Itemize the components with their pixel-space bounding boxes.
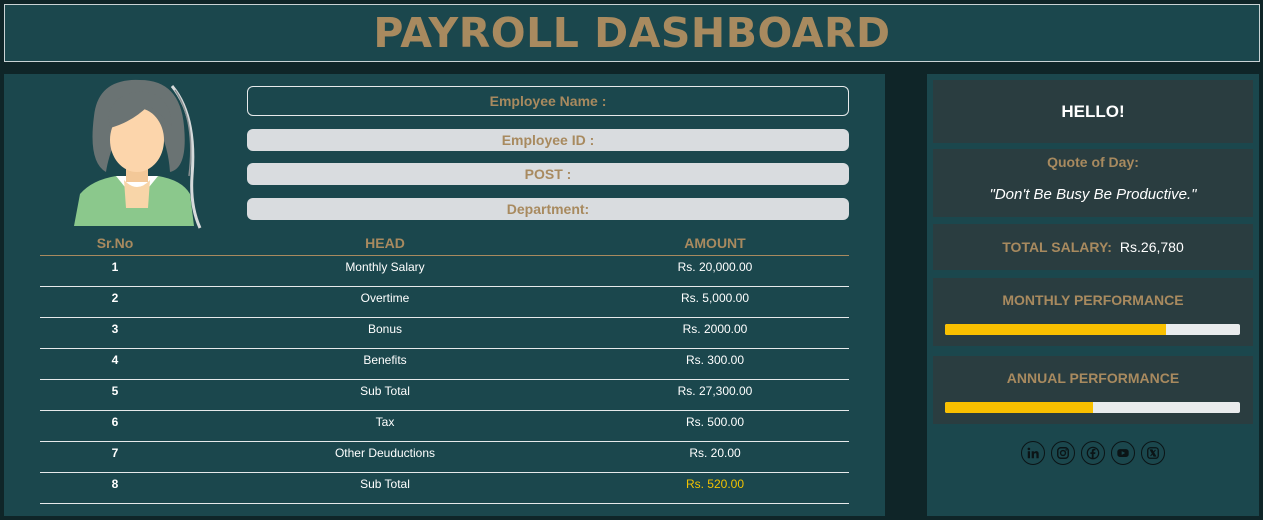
row-head: Benefits xyxy=(363,353,407,367)
row-sr: 1 xyxy=(111,260,119,274)
table-row: 2 Overtime Rs. 5,000.00 xyxy=(40,287,849,318)
row-head: Other Deuductions xyxy=(334,446,436,460)
row-amount: Rs. 20.00 xyxy=(689,446,741,460)
annual-performance-title: ANNUAL PERFORMANCE xyxy=(1006,370,1180,386)
dashboard-header: PAYROLL DASHBOARD xyxy=(4,4,1260,62)
row-amount: Rs. 27,300.00 xyxy=(677,384,753,398)
table-row: 3 Bonus Rs. 2000.00 xyxy=(40,318,849,349)
row-head: Bonus xyxy=(367,322,403,336)
x-icon[interactable] xyxy=(1141,441,1165,465)
column-header-head: HEAD xyxy=(365,235,405,251)
summary-panel: HELLO! Quote of Day: "Don't Be Busy Be P… xyxy=(927,74,1259,516)
table-row: 1 Monthly Salary Rs. 20,000.00 xyxy=(40,256,849,287)
department-label: Department: xyxy=(506,201,590,217)
row-sr: 4 xyxy=(111,353,119,367)
quote-text: "Don't Be Busy Be Productive." xyxy=(989,186,1197,203)
post-field[interactable]: POST : xyxy=(247,163,849,185)
payroll-table-header: Sr.No HEAD AMOUNT xyxy=(40,234,849,256)
row-sr: 7 xyxy=(111,446,119,460)
table-row: 4 Benefits Rs. 300.00 xyxy=(40,349,849,380)
column-header-sr: Sr.No xyxy=(96,235,134,251)
linkedin-icon[interactable] xyxy=(1021,441,1045,465)
department-field[interactable]: Department: xyxy=(247,198,849,220)
row-amount: Rs. 2000.00 xyxy=(682,322,748,336)
row-head: Overtime xyxy=(360,291,410,305)
row-amount: Rs. 300.00 xyxy=(685,353,745,367)
monthly-performance-title: MONTHLY PERFORMANCE xyxy=(1002,292,1184,308)
row-head: Sub Total xyxy=(360,477,410,491)
row-head: Monthly Salary xyxy=(345,260,425,274)
row-head: Sub Total xyxy=(360,384,410,398)
quote-card: Quote of Day: "Don't Be Busy Be Producti… xyxy=(933,149,1253,217)
column-header-amount: AMOUNT xyxy=(684,235,746,251)
monthly-performance-fill xyxy=(945,324,1167,335)
employee-id-field[interactable]: Employee ID : xyxy=(247,129,849,151)
total-salary-label: TOTAL SALARY: xyxy=(1002,239,1112,255)
employee-id-label: Employee ID : xyxy=(501,132,595,148)
table-row: 5 Sub Total Rs. 27,300.00 xyxy=(40,380,849,411)
annual-performance-card: ANNUAL PERFORMANCE xyxy=(933,356,1253,424)
annual-performance-bar xyxy=(945,402,1240,413)
employee-name-label: Employee Name : xyxy=(489,93,607,109)
table-row: 7 Other Deuductions Rs. 20.00 xyxy=(40,442,849,473)
quote-title: Quote of Day: xyxy=(1047,154,1139,170)
employee-panel: Employee Name : Employee ID : POST : Dep… xyxy=(4,74,885,516)
table-row: 8 Sub Total Rs. 520.00 xyxy=(40,473,849,504)
instagram-icon[interactable] xyxy=(1051,441,1075,465)
row-head: Tax xyxy=(375,415,395,429)
social-links xyxy=(927,441,1259,467)
youtube-icon[interactable] xyxy=(1111,441,1135,465)
total-salary-value: Rs.26,780 xyxy=(1119,239,1184,255)
row-amount: Rs. 20,000.00 xyxy=(677,260,753,274)
total-salary-card: TOTAL SALARY: Rs.26,780 xyxy=(933,224,1253,270)
row-amount: Rs. 520.00 xyxy=(685,477,745,491)
row-amount: Rs. 5,000.00 xyxy=(680,291,750,305)
monthly-performance-bar xyxy=(945,324,1240,335)
employee-avatar xyxy=(74,79,202,229)
row-sr: 8 xyxy=(111,477,119,491)
post-label: POST : xyxy=(524,166,572,182)
annual-performance-fill xyxy=(945,402,1093,413)
monthly-performance-card: MONTHLY PERFORMANCE xyxy=(933,278,1253,346)
table-row: 6 Tax Rs. 500.00 xyxy=(40,411,849,442)
payroll-table-body: 1 Monthly Salary Rs. 20,000.00 2 Overtim… xyxy=(40,256,849,504)
greeting-card: HELLO! xyxy=(933,80,1253,143)
greeting-text: HELLO! xyxy=(1061,101,1125,121)
row-sr: 3 xyxy=(111,322,119,336)
row-sr: 5 xyxy=(111,384,119,398)
row-sr: 2 xyxy=(111,291,119,305)
employee-name-field[interactable]: Employee Name : xyxy=(247,86,849,116)
row-sr: 6 xyxy=(111,415,119,429)
page-title: PAYROLL DASHBOARD xyxy=(373,9,891,57)
row-amount: Rs. 500.00 xyxy=(685,415,745,429)
facebook-icon[interactable] xyxy=(1081,441,1105,465)
